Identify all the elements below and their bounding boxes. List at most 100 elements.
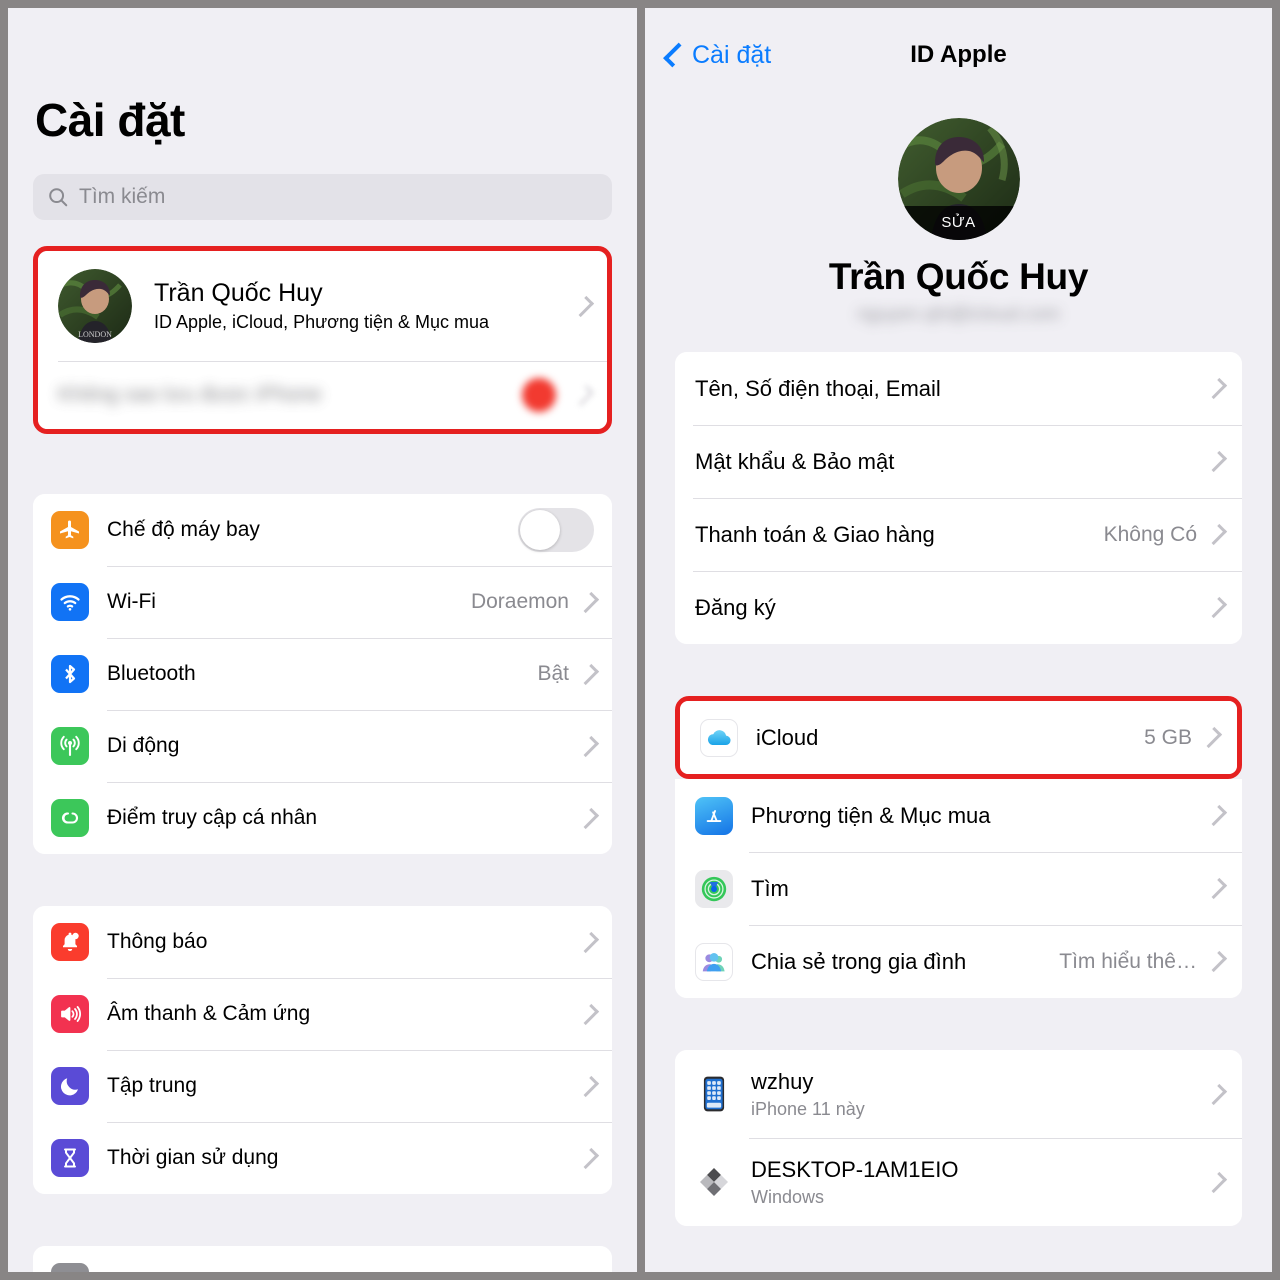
settings-row-cellular[interactable]: Di động xyxy=(33,710,612,782)
row-media-purchases[interactable]: Phương tiện & Mục mua xyxy=(675,779,1242,852)
chevron-right-icon xyxy=(572,295,595,317)
row-label: Thanh toán & Giao hàng xyxy=(695,521,935,547)
back-button[interactable]: Cài đặt xyxy=(663,40,772,70)
group-alerts: Thông báo Âm thanh & Cảm ứng Tập trung T… xyxy=(33,906,612,1194)
group-connectivity: Chế độ máy bay Wi-Fi Doraemon Bluetooth xyxy=(33,494,612,854)
search-icon xyxy=(47,186,69,208)
row-label: Tên, Số điện thoại, Email xyxy=(695,375,941,401)
settings-row-label: Thông báo xyxy=(107,930,208,953)
chevron-right-icon xyxy=(577,663,600,685)
row-label: Chia sẻ trong gia đình xyxy=(751,948,967,974)
account-highlight-box: LONDON Trần Quốc Huy ID Apple, iCloud, P… xyxy=(33,246,612,434)
group-account: Tên, Số điện thoại, Email Mật khẩu & Bảo… xyxy=(675,352,1242,644)
settings-row-value: Bật xyxy=(537,662,569,685)
settings-row-label: Âm thanh & Cảm ứng xyxy=(107,1002,311,1025)
group-services: iCloud 5 GB Phương tiện & Mục mua Tìm Ch… xyxy=(675,696,1242,998)
back-button-label: Cài đặt xyxy=(692,40,772,69)
settings-row-general[interactable]: Cài đặt chung xyxy=(33,1246,612,1272)
avatar[interactable]: SỬA xyxy=(897,118,1020,240)
svg-text:LONDON: LONDON xyxy=(78,330,112,339)
row-subscriptions[interactable]: Đăng ký xyxy=(675,571,1242,644)
search-input[interactable]: Tìm kiếm xyxy=(33,174,612,220)
speaker-icon xyxy=(51,995,89,1033)
chevron-right-icon xyxy=(577,1147,600,1169)
device-row-iphone[interactable]: wzhuy iPhone 11 này xyxy=(675,1050,1242,1138)
appstore-icon xyxy=(695,796,733,835)
settings-row-screentime[interactable]: Thời gian sử dụng xyxy=(33,1122,612,1194)
device-subtitle: iPhone 11 này xyxy=(751,1098,865,1119)
icloud-icon xyxy=(700,718,738,757)
chevron-right-icon xyxy=(1205,1083,1228,1105)
group-devices: wzhuy iPhone 11 này DESKTOP-1AM1EIO Wind… xyxy=(675,1050,1242,1226)
device-row-windows[interactable]: DESKTOP-1AM1EIO Windows xyxy=(675,1138,1242,1226)
row-family-sharing[interactable]: Chia sẻ trong gia đình Tìm hiểu thê… xyxy=(675,925,1242,998)
chevron-right-icon xyxy=(1205,596,1228,619)
settings-row-label: Bluetooth xyxy=(107,662,196,685)
hotspot-icon xyxy=(51,799,89,837)
toggle-knob xyxy=(520,510,560,550)
row-payment-shipping[interactable]: Thanh toán & Giao hàng Không Có xyxy=(675,498,1242,571)
settings-row-focus[interactable]: Tập trung xyxy=(33,1050,612,1122)
account-name: Trần Quốc Huy xyxy=(154,278,323,307)
screenshot-frame: Cài đặt Tìm kiếm LONDON Trần Quốc Huy ID… xyxy=(0,0,1280,1280)
device-subtitle: Windows xyxy=(751,1186,825,1207)
row-name-phone-email[interactable]: Tên, Số điện thoại, Email xyxy=(675,352,1242,425)
settings-row-wifi[interactable]: Wi-Fi Doraemon xyxy=(33,566,612,638)
settings-row-label: Di động xyxy=(107,734,180,757)
hourglass-icon xyxy=(51,1139,89,1177)
chevron-right-icon xyxy=(577,807,600,829)
settings-row-notifications[interactable]: Thông báo xyxy=(33,906,612,978)
row-label: Tìm xyxy=(751,875,789,901)
row-value: Tìm hiểu thê… xyxy=(1059,949,1197,973)
airplane-toggle[interactable] xyxy=(518,508,594,552)
cellular-icon xyxy=(51,727,89,765)
settings-screen: Cài đặt Tìm kiếm LONDON Trần Quốc Huy ID… xyxy=(8,8,637,1272)
row-find-my[interactable]: Tìm xyxy=(675,852,1242,925)
row-label: Đăng ký xyxy=(695,594,776,620)
settings-row-sounds[interactable]: Âm thanh & Cảm ứng xyxy=(33,978,612,1050)
iphone-icon xyxy=(695,1075,733,1113)
settings-row-label: Thời gian sử dụng xyxy=(107,1146,279,1169)
chevron-right-icon xyxy=(1205,950,1228,973)
row-icloud[interactable]: iCloud 5 GB xyxy=(680,701,1237,774)
chevron-right-icon xyxy=(1205,1171,1228,1193)
chevron-right-icon xyxy=(577,1271,600,1272)
airplane-icon xyxy=(51,511,89,549)
chevron-right-icon xyxy=(1205,450,1228,473)
settings-row-label: Cài đặt chung xyxy=(107,1270,579,1272)
chevron-right-icon xyxy=(577,931,600,953)
backup-alert-row[interactable]: Không sao lưu được iPhone xyxy=(38,361,607,429)
chevron-right-icon xyxy=(577,591,600,613)
row-label: Phương tiện & Mục mua xyxy=(751,802,991,828)
chevron-right-icon xyxy=(577,1075,600,1097)
row-value: Không Có xyxy=(1103,522,1197,546)
gear-icon xyxy=(51,1263,89,1272)
profile-email: nguyen.qhi@icloud.com xyxy=(856,304,1061,325)
account-row[interactable]: LONDON Trần Quốc Huy ID Apple, iCloud, P… xyxy=(38,251,607,361)
avatar: LONDON xyxy=(58,269,132,343)
profile-header: SỬA Trần Quốc Huy nguyen.qhi@icloud.com xyxy=(645,102,1272,326)
device-name: wzhuy xyxy=(751,1068,814,1094)
avatar-edit-label[interactable]: SỬA xyxy=(897,206,1020,240)
search-placeholder: Tìm kiếm xyxy=(79,185,166,208)
settings-row-hotspot[interactable]: Điểm truy cập cá nhân xyxy=(33,782,612,854)
profile-name: Trần Quốc Huy xyxy=(828,256,1089,297)
chevron-right-icon xyxy=(577,1003,600,1025)
findmy-icon xyxy=(695,869,733,908)
row-label: iCloud xyxy=(756,724,819,750)
settings-row-bluetooth[interactable]: Bluetooth Bật xyxy=(33,638,612,710)
bell-icon xyxy=(51,923,89,961)
red-dot-badge xyxy=(522,378,556,412)
row-password-security[interactable]: Mật khẩu & Bảo mật xyxy=(675,425,1242,498)
device-name: DESKTOP-1AM1EIO xyxy=(751,1156,959,1182)
moon-icon xyxy=(51,1067,89,1105)
chevron-right-icon xyxy=(1205,377,1228,400)
family-icon xyxy=(695,942,733,981)
backup-alert-label: Không sao lưu được iPhone xyxy=(58,383,322,406)
navigation-bar: Cài đặt ID Apple xyxy=(645,8,1272,102)
settings-row-label: Điểm truy cập cá nhân xyxy=(107,806,318,829)
chevron-right-icon xyxy=(1205,804,1228,827)
settings-row-value: Doraemon xyxy=(470,590,569,613)
settings-row-airplane[interactable]: Chế độ máy bay xyxy=(33,494,612,566)
apple-id-screen: Cài đặt ID Apple SỬA Trần Quốc Huy nguye… xyxy=(645,8,1272,1272)
